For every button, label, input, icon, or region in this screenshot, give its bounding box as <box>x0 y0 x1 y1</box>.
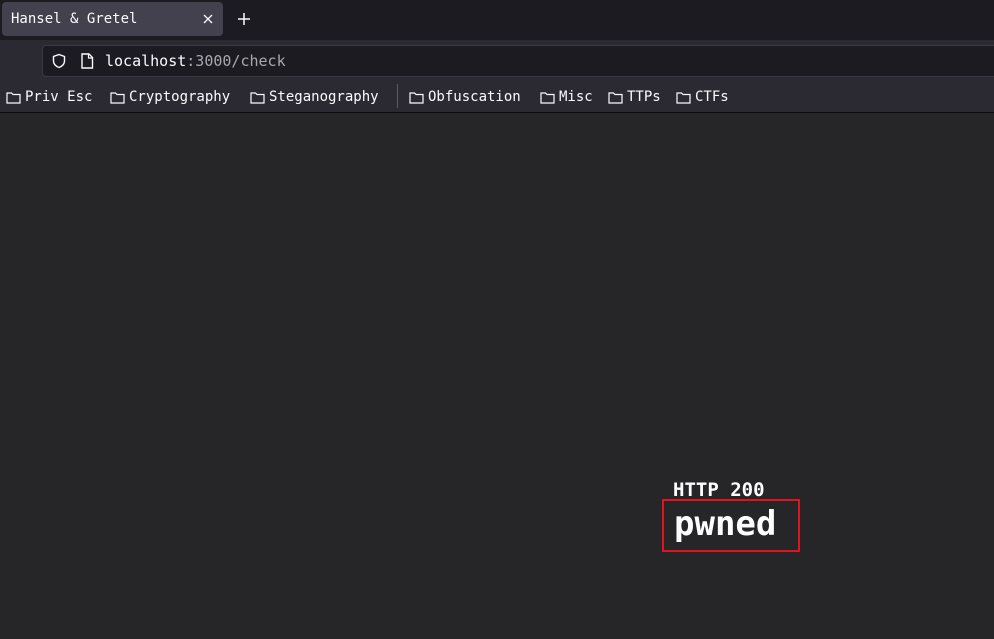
bookmark-folder-steganography[interactable]: Steganography <box>250 88 379 106</box>
page-icon <box>80 53 94 69</box>
page-content: HTTP 200 pwned <box>0 113 994 639</box>
shield-icon[interactable] <box>51 53 67 69</box>
bookmark-folder-misc[interactable]: Misc <box>540 88 593 106</box>
bookmark-label: Priv Esc <box>25 89 93 105</box>
url-bar[interactable]: localhost:3000/check <box>42 45 994 77</box>
highlight-box: pwned <box>662 499 800 552</box>
tab-title: Hansel & Gretel <box>11 11 138 27</box>
folder-icon <box>676 91 691 104</box>
close-icon[interactable] <box>199 10 217 28</box>
http-status-text: HTTP 200 <box>673 479 765 501</box>
url-host: localhost <box>105 52 187 70</box>
bookmark-folder-ctfs[interactable]: CTFs <box>676 88 729 106</box>
url-path: :3000/check <box>186 52 286 70</box>
bookmark-label: CTFs <box>695 89 729 105</box>
folder-icon <box>6 91 21 104</box>
bookmark-separator <box>397 84 398 108</box>
url-text[interactable]: localhost:3000/check <box>105 52 286 70</box>
plus-icon[interactable] <box>234 9 254 29</box>
folder-icon <box>250 91 265 104</box>
folder-icon <box>110 91 125 104</box>
bookmark-folder-priv-esc[interactable]: Priv Esc <box>6 88 92 106</box>
tab-bar: Hansel & Gretel <box>0 0 994 40</box>
folder-icon <box>608 91 623 104</box>
pwned-message: pwned <box>674 504 777 544</box>
tab-active[interactable]: Hansel & Gretel <box>2 2 223 36</box>
navigation-bar: localhost:3000/check <box>0 40 994 82</box>
folder-icon <box>540 91 555 104</box>
bookmark-folder-obfuscation[interactable]: Obfuscation <box>409 88 521 106</box>
bookmark-label: Cryptography <box>129 89 231 105</box>
bookmark-label: TTPs <box>627 89 661 105</box>
bookmark-folder-ttps[interactable]: TTPs <box>608 88 661 106</box>
bookmark-label: Misc <box>559 89 593 105</box>
folder-icon <box>409 91 424 104</box>
bookmark-label: Obfuscation <box>428 89 521 105</box>
bookmarks-toolbar: Priv Esc Cryptography Steganography Obfu… <box>0 82 994 113</box>
bookmark-label: Steganography <box>269 89 379 105</box>
bookmark-folder-cryptography[interactable]: Cryptography <box>110 88 230 106</box>
